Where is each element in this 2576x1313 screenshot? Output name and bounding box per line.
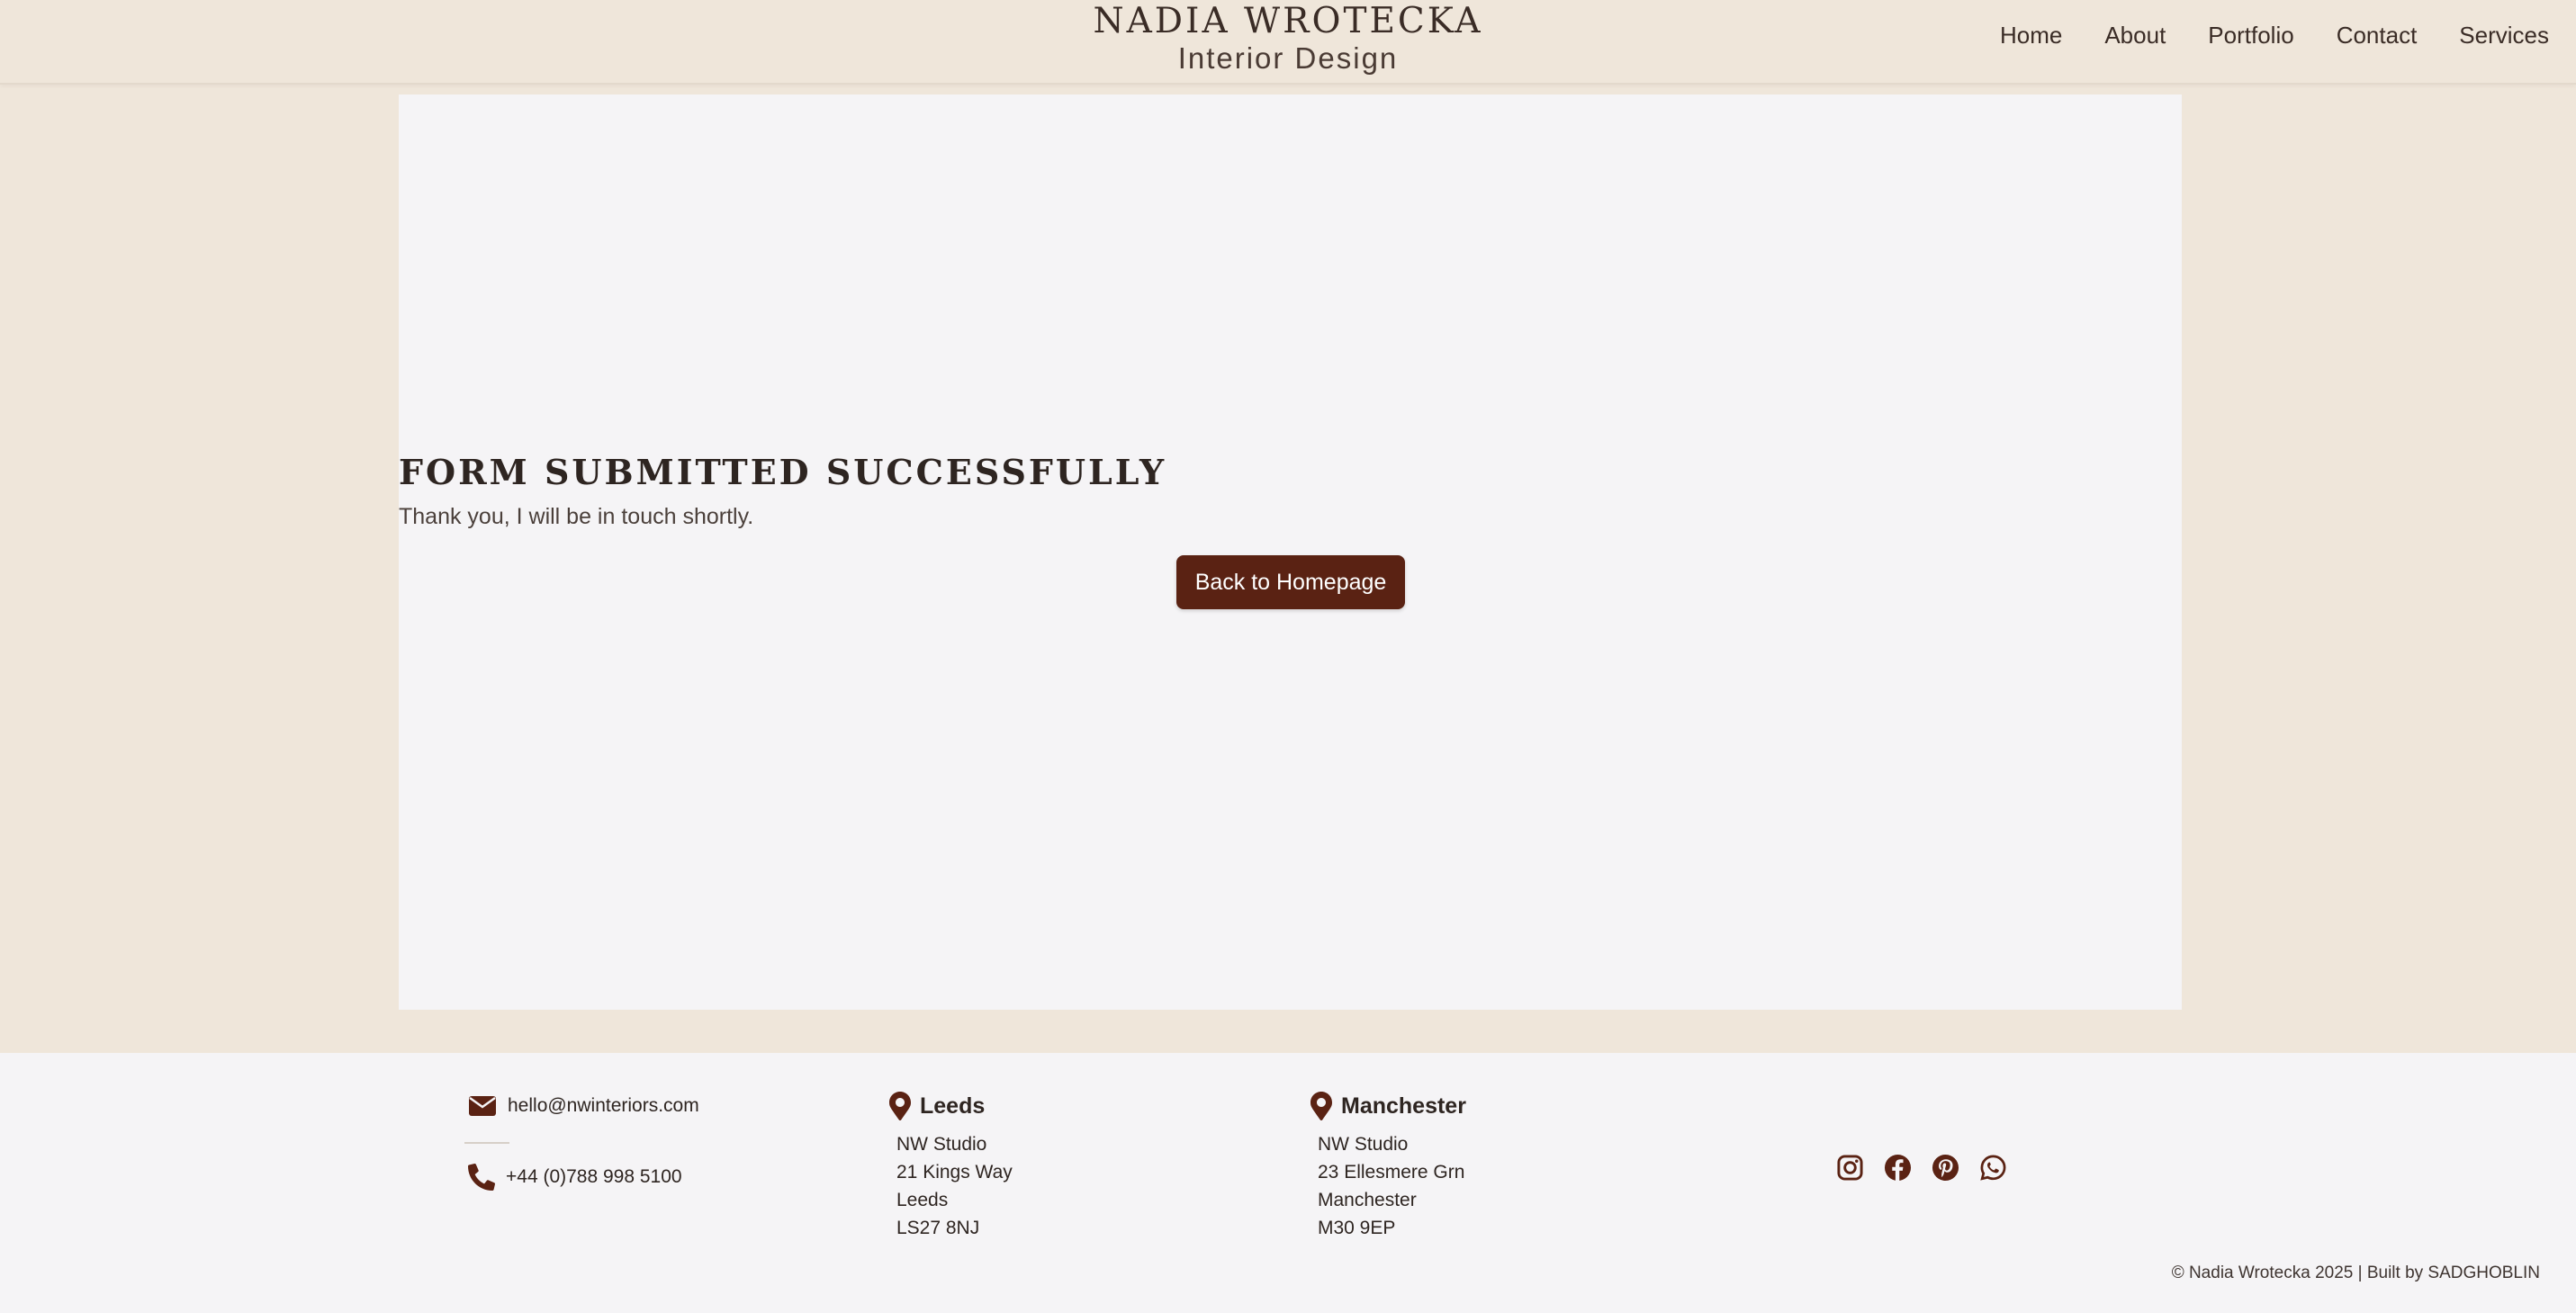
copyright-text: © Nadia Wrotecka 2025 | Built by SADGHOB… bbox=[2171, 1264, 2540, 1282]
phone-link[interactable]: +44 (0)788 998 5100 bbox=[506, 1164, 682, 1191]
address-block: NW Studio 23 Ellesmere Grn Manchester M3… bbox=[1318, 1130, 1466, 1242]
phone-icon bbox=[468, 1164, 495, 1191]
nav-home[interactable]: Home bbox=[2000, 20, 2062, 50]
address-line: M30 9EP bbox=[1318, 1218, 1396, 1238]
location-city: Manchester bbox=[1341, 1093, 1466, 1119]
footer-phone: +44 (0)788 998 5100 bbox=[468, 1164, 682, 1191]
location-leeds: Leeds NW Studio 21 Kings Way Leeds LS27 … bbox=[889, 1091, 1013, 1242]
map-pin-icon bbox=[1311, 1092, 1332, 1120]
address-line: NW Studio bbox=[896, 1134, 987, 1155]
nav-portfolio[interactable]: Portfolio bbox=[2208, 20, 2293, 50]
address-block: NW Studio 21 Kings Way Leeds LS27 8NJ bbox=[896, 1130, 1013, 1242]
address-line: 23 Ellesmere Grn bbox=[1318, 1162, 1465, 1183]
footer-email: hello@nwinteriors.com bbox=[468, 1093, 699, 1120]
location-city: Leeds bbox=[920, 1093, 986, 1119]
address-line: 21 Kings Way bbox=[896, 1162, 1013, 1183]
social-links bbox=[1836, 1154, 2007, 1182]
whatsapp-icon[interactable] bbox=[1979, 1154, 2007, 1182]
footer-divider bbox=[464, 1142, 509, 1144]
nav-about[interactable]: About bbox=[2104, 20, 2166, 50]
map-pin-icon bbox=[889, 1092, 911, 1120]
envelope-icon bbox=[468, 1095, 497, 1117]
address-line: LS27 8NJ bbox=[896, 1218, 980, 1238]
address-line: Leeds bbox=[896, 1190, 949, 1210]
main-nav: Home About Portfolio Contact Services bbox=[2000, 20, 2549, 50]
nav-services[interactable]: Services bbox=[2459, 20, 2549, 50]
success-message: Thank you, I will be in touch shortly. bbox=[399, 504, 754, 529]
address-line: Manchester bbox=[1318, 1190, 1417, 1210]
nav-contact[interactable]: Contact bbox=[2337, 20, 2418, 50]
instagram-icon[interactable] bbox=[1836, 1154, 1864, 1182]
email-link[interactable]: hello@nwinteriors.com bbox=[508, 1093, 699, 1120]
back-to-homepage-button[interactable]: Back to Homepage bbox=[1176, 555, 1405, 609]
site-header: NADIA WROTECKA Interior Design Home Abou… bbox=[0, 0, 2576, 85]
pinterest-icon[interactable] bbox=[1932, 1154, 1959, 1182]
success-card: FORM SUBMITTED SUCCESSFULLY Thank you, I… bbox=[399, 94, 2182, 1010]
success-title: FORM SUBMITTED SUCCESSFULLY bbox=[399, 452, 1167, 492]
location-manchester: Manchester NW Studio 23 Ellesmere Grn Ma… bbox=[1311, 1091, 1466, 1242]
site-footer: hello@nwinteriors.com +44 (0)788 998 510… bbox=[0, 1053, 2576, 1313]
address-line: NW Studio bbox=[1318, 1134, 1409, 1155]
facebook-icon[interactable] bbox=[1884, 1154, 1912, 1182]
